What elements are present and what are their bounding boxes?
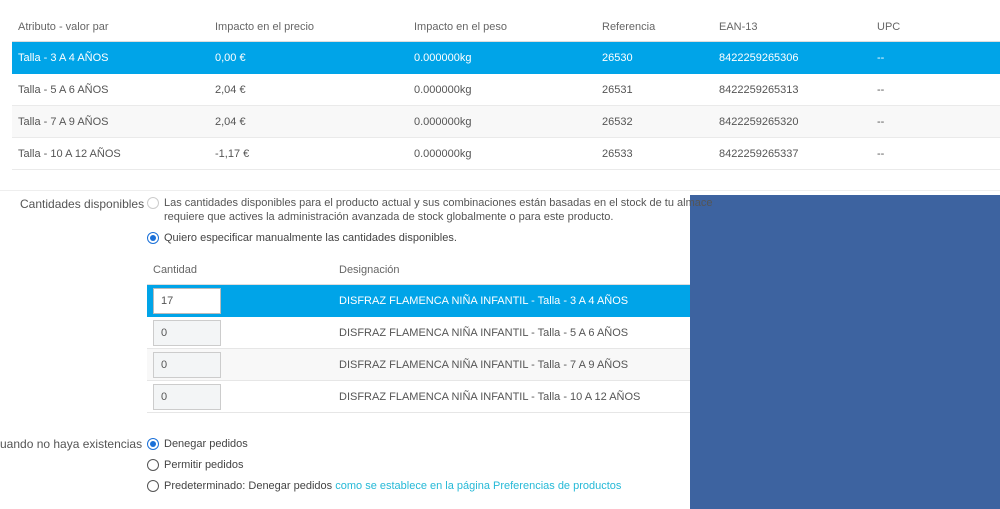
combination-attribute: Talla - 10 A 12 AÑOS (18, 148, 121, 160)
combination-price: 0,00 € (215, 52, 246, 64)
radio-default-orders[interactable] (147, 480, 159, 492)
designation-column-header: Designación (339, 264, 400, 276)
quantity-designation: DISFRAZ FLAMENCA NIÑA INFANTIL - Talla -… (339, 327, 629, 339)
quantity-input[interactable]: 0 (153, 320, 221, 346)
stock-based-option-text-1: Las cantidades disponibles para el produ… (164, 197, 713, 209)
combination-upc: -- (877, 148, 885, 160)
combination-reference: 26533 (602, 148, 633, 160)
combination-ean: 8422259265320 (719, 116, 799, 128)
quantity-input[interactable]: 0 (153, 352, 221, 378)
combination-weight: 0.000000kg (414, 116, 472, 128)
combination-upc: -- (877, 52, 885, 64)
combination-reference: 26531 (602, 84, 633, 96)
quantity-input[interactable]: 17 (153, 288, 221, 314)
combination-attribute: Talla - 7 A 9 AÑOS (18, 116, 109, 128)
radio-deny-orders[interactable] (147, 438, 159, 450)
combination-ean: 8422259265337 (719, 148, 799, 160)
quantity-input[interactable]: 0 (153, 384, 221, 410)
radio-stock-based[interactable] (147, 197, 159, 209)
quantity-row: 0 DISFRAZ FLAMENCA NIÑA INFANTIL - Talla… (147, 317, 690, 349)
combination-ean: 8422259265313 (719, 84, 799, 96)
combination-attribute: Talla - 5 A 6 AÑOS (18, 84, 109, 96)
quantity-designation: DISFRAZ FLAMENCA NIÑA INFANTIL - Talla -… (339, 359, 629, 371)
combination-row[interactable]: Talla - 5 A 6 AÑOS 2,04 € 0.000000kg 265… (12, 74, 1000, 106)
quantity-column-header: Cantidad (153, 264, 198, 276)
manual-quantities-option-text: Quiero especificar manualmente las canti… (164, 232, 457, 244)
out-of-stock-label: uando no haya existencias (0, 437, 143, 451)
product-preferences-link[interactable]: como se establece en la página Preferenc… (335, 480, 621, 492)
quantity-designation: DISFRAZ FLAMENCA NIÑA INFANTIL - Talla -… (339, 295, 629, 307)
combination-ean: 8422259265306 (719, 52, 799, 64)
combination-row[interactable]: Talla - 7 A 9 AÑOS 2,04 € 0.000000kg 265… (12, 106, 1000, 138)
deny-orders-text: Denegar pedidos (164, 438, 248, 450)
combination-weight: 0.000000kg (414, 52, 472, 64)
combination-upc: -- (877, 84, 885, 96)
combination-row[interactable]: Talla - 3 A 4 AÑOS 0,00 € 0.000000kg 265… (12, 42, 1000, 74)
header-weight-impact: Impacto en el peso (414, 21, 507, 33)
combination-price: 2,04 € (215, 84, 246, 96)
header-ean13: EAN-13 (719, 21, 758, 33)
allow-orders-text: Permitir pedidos (164, 459, 244, 471)
combination-row[interactable]: Talla - 10 A 12 AÑOS -1,17 € 0.000000kg … (12, 138, 1000, 170)
combination-upc: -- (877, 116, 885, 128)
quantity-row: 17 DISFRAZ FLAMENCA NIÑA INFANTIL - Tall… (147, 285, 690, 317)
default-orders-text: Predeterminado: Denegar pedidos (164, 480, 333, 492)
overlay-panel (690, 195, 1000, 509)
header-attribute: Atributo - valor par (18, 21, 109, 33)
combination-reference: 26530 (602, 52, 633, 64)
combinations-header-row: Atributo - valor par Impacto en el preci… (12, 12, 1000, 42)
combination-weight: 0.000000kg (414, 84, 472, 96)
default-orders-option: Predeterminado: Denegar pedidos como se … (164, 479, 621, 493)
combination-reference: 26532 (602, 116, 633, 128)
combination-price: 2,04 € (215, 116, 246, 128)
header-upc: UPC (877, 21, 901, 33)
available-quantities-label: Cantidades disponibles (20, 197, 145, 211)
radio-manual-quantities[interactable] (147, 232, 159, 244)
section-divider (0, 190, 1000, 191)
combination-attribute: Talla - 3 A 4 AÑOS (18, 52, 109, 64)
radio-allow-orders[interactable] (147, 459, 159, 471)
stock-based-option-text-2: requiere que actives la administración a… (164, 211, 614, 223)
quantity-row: 0 DISFRAZ FLAMENCA NIÑA INFANTIL - Talla… (147, 349, 690, 381)
header-price-impact: Impacto en el precio (215, 21, 315, 33)
header-reference: Referencia (602, 21, 656, 33)
quantity-row: 0 DISFRAZ FLAMENCA NIÑA INFANTIL - Talla… (147, 381, 690, 413)
combination-price: -1,17 € (215, 148, 250, 160)
combination-weight: 0.000000kg (414, 148, 472, 160)
quantity-designation: DISFRAZ FLAMENCA NIÑA INFANTIL - Talla -… (339, 391, 641, 403)
